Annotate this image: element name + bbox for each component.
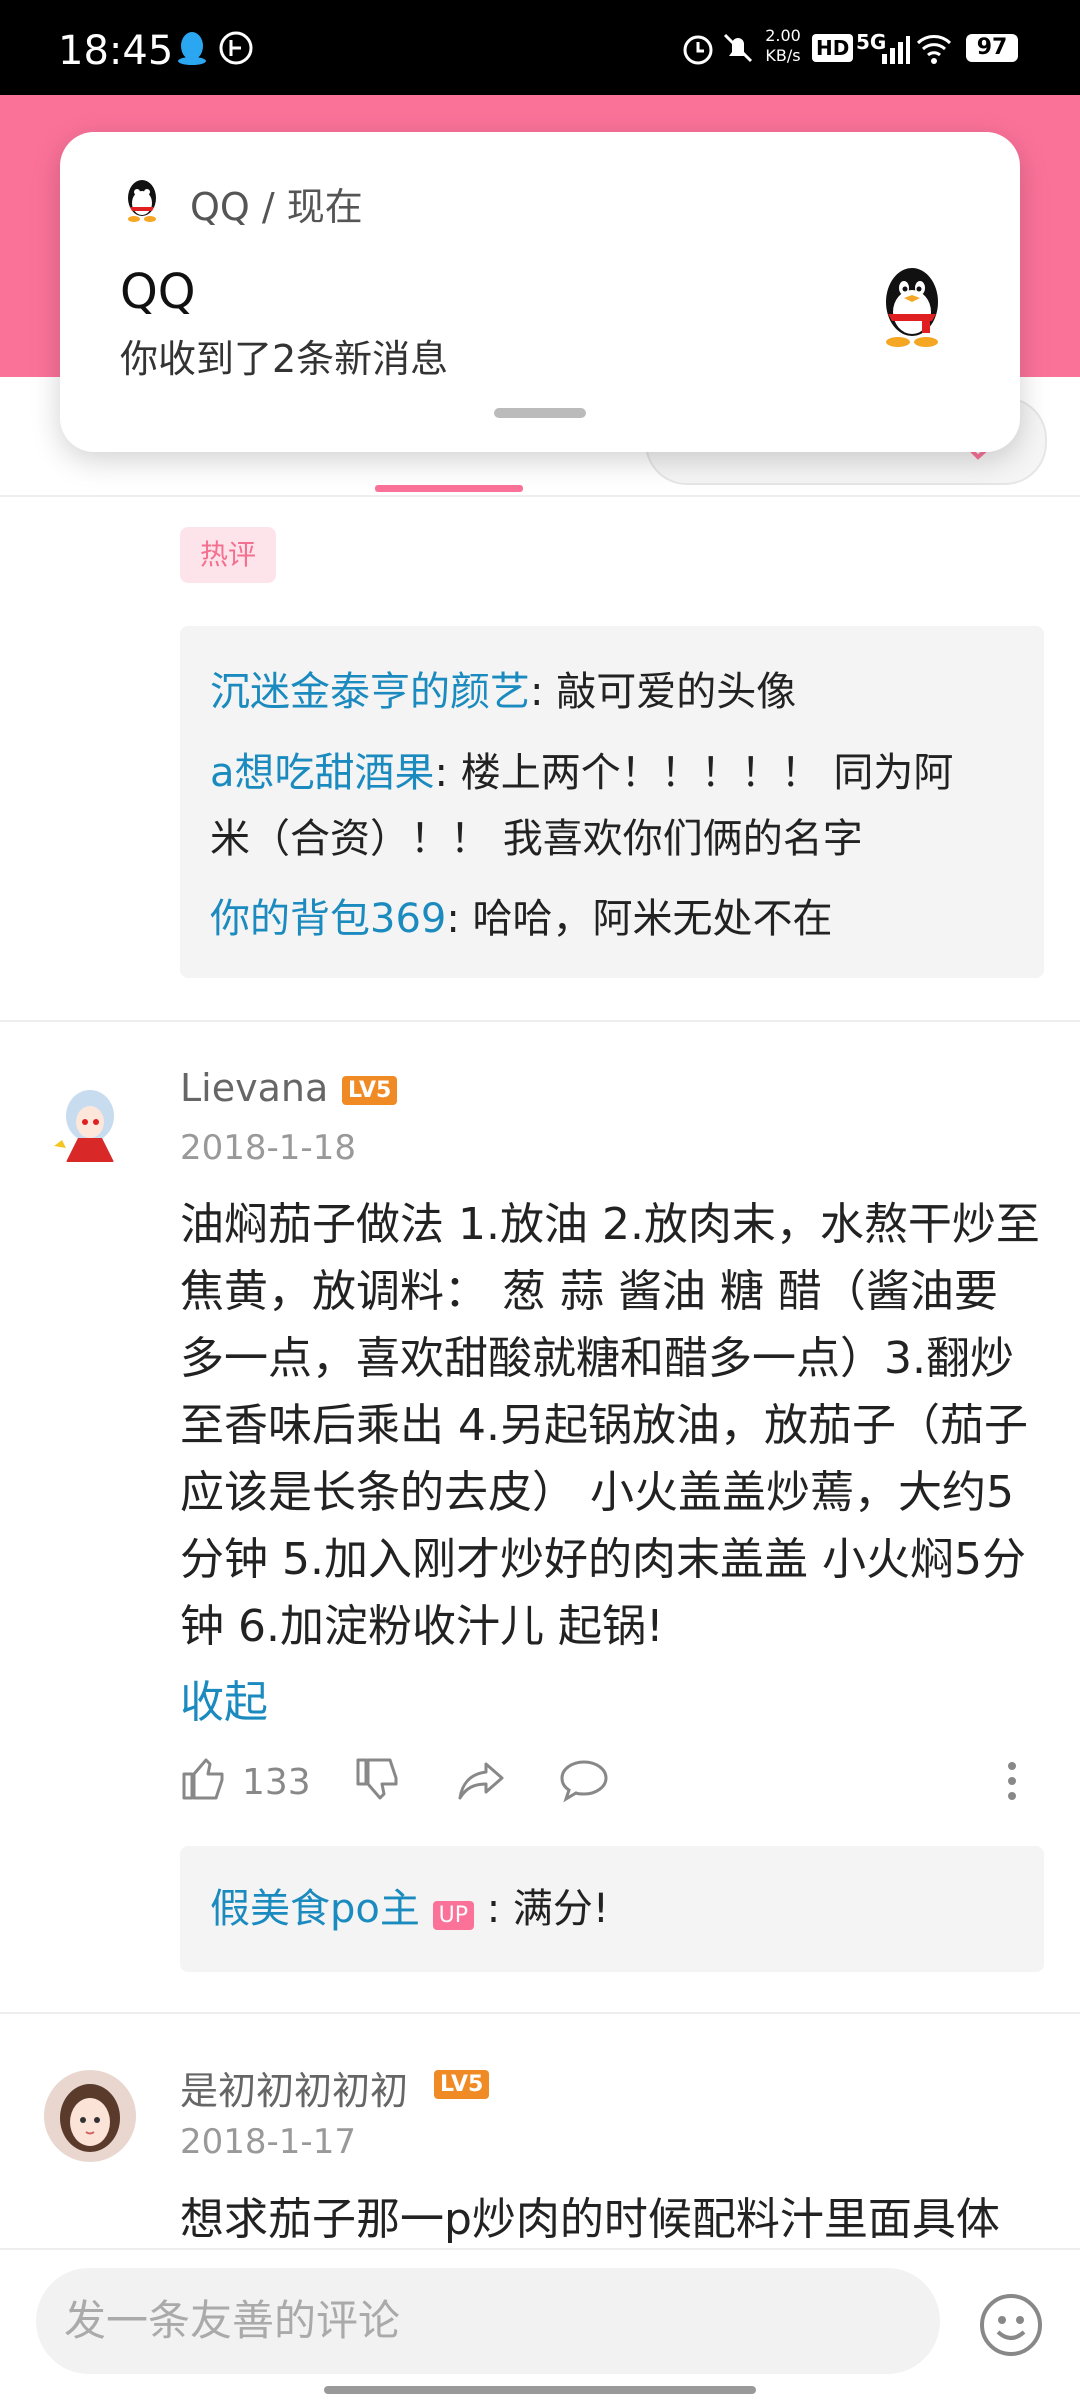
comment-date: 2018-1-18 bbox=[180, 1128, 356, 1168]
comment-username[interactable]: Lievana bbox=[180, 1066, 328, 1110]
like-icon[interactable] bbox=[180, 1754, 228, 1802]
hot-comment-tag: 热评 bbox=[180, 527, 276, 583]
avatar[interactable] bbox=[44, 2070, 136, 2162]
level-badge: LV5 bbox=[434, 2070, 490, 2099]
signal-icon bbox=[882, 36, 910, 64]
like-count: 133 bbox=[242, 1762, 311, 1803]
qq-large-icon bbox=[886, 268, 938, 347]
net-speed: 2.00 KB/s bbox=[765, 26, 801, 65]
qq-small-icon bbox=[128, 180, 156, 222]
reply-item[interactable]: 沉迷金泰亨的颜艺: 敲可爱的头像 bbox=[210, 659, 796, 725]
battery-indicator: 97 bbox=[966, 34, 1018, 62]
emoji-icon[interactable] bbox=[978, 2292, 1044, 2358]
comment-username[interactable]: 是初初初初初 bbox=[180, 2060, 408, 2115]
comment-icon[interactable] bbox=[558, 1756, 610, 1804]
reply-username[interactable]: a想吃甜酒果 bbox=[210, 750, 435, 796]
status-bar: 18:45 2.00 KB/s HD 5G 97 bbox=[0, 0, 1080, 95]
comment-input[interactable]: 发一条友善的评论 bbox=[36, 2268, 940, 2374]
reply-item[interactable]: a想吃甜酒果: 楼上两个！！！！！ 同为阿 bbox=[210, 740, 953, 806]
notification-title: QQ bbox=[120, 264, 196, 320]
notification-card[interactable]: QQ / 现在 QQ 你收到了2条新消息 bbox=[60, 132, 1020, 452]
reply-item[interactable]: 你的背包369: 哈哈，阿米无处不在 bbox=[210, 886, 833, 952]
level-badge: LV5 bbox=[342, 1076, 398, 1105]
qq-status-icon bbox=[178, 32, 206, 65]
mute-icon bbox=[723, 33, 753, 63]
reply-item[interactable]: 假美食po主 UP : 满分! bbox=[210, 1876, 609, 1949]
collapse-link[interactable]: 收起 bbox=[180, 1666, 268, 1730]
reply-box[interactable]: 沉迷金泰亨的颜艺: 敲可爱的头像 a想吃甜酒果: 楼上两个！！！！！ 同为阿 米… bbox=[180, 626, 1044, 978]
hd-badge: HD bbox=[812, 34, 854, 62]
notification-app-line: QQ / 现在 bbox=[190, 185, 363, 229]
reply-username[interactable]: 沉迷金泰亨的颜艺 bbox=[210, 669, 530, 715]
alarm-icon bbox=[683, 35, 713, 65]
share-icon[interactable] bbox=[456, 1756, 508, 1804]
wifi-icon bbox=[916, 35, 952, 64]
reply-item-continued: 米（合资）！！ 我喜欢你们俩的名字 bbox=[210, 816, 863, 862]
app-status-icon bbox=[219, 31, 253, 65]
reply-username[interactable]: 你的背包369 bbox=[210, 896, 446, 942]
comment-content: 想求茄子那一p炒肉的时候配料汁里面具体 bbox=[180, 2194, 1000, 2245]
avatar[interactable] bbox=[44, 1076, 136, 1168]
active-tab-indicator bbox=[375, 485, 523, 492]
reply-username[interactable]: 假美食po主 bbox=[210, 1886, 420, 1932]
reply-box[interactable]: 假美食po主 UP : 满分! bbox=[180, 1846, 1044, 1972]
comment-content: 油焖茄子做法 1.放油 2.放肉末，水熬干炒至 焦黄，放调料： 葱 蒜 酱油 糖… bbox=[180, 1199, 1040, 1652]
notification-handle[interactable] bbox=[494, 408, 586, 418]
comment-more-icon[interactable] bbox=[1008, 1762, 1018, 1800]
status-time: 18:45 bbox=[58, 28, 174, 74]
dislike-icon[interactable] bbox=[354, 1756, 402, 1804]
divider bbox=[0, 1020, 1080, 1022]
comment-date: 2018-1-17 bbox=[180, 2122, 356, 2162]
home-indicator[interactable] bbox=[324, 2386, 756, 2394]
notification-body: 你收到了2条新消息 bbox=[120, 337, 449, 381]
divider bbox=[0, 2012, 1080, 2014]
up-badge: UP bbox=[432, 1901, 474, 1930]
